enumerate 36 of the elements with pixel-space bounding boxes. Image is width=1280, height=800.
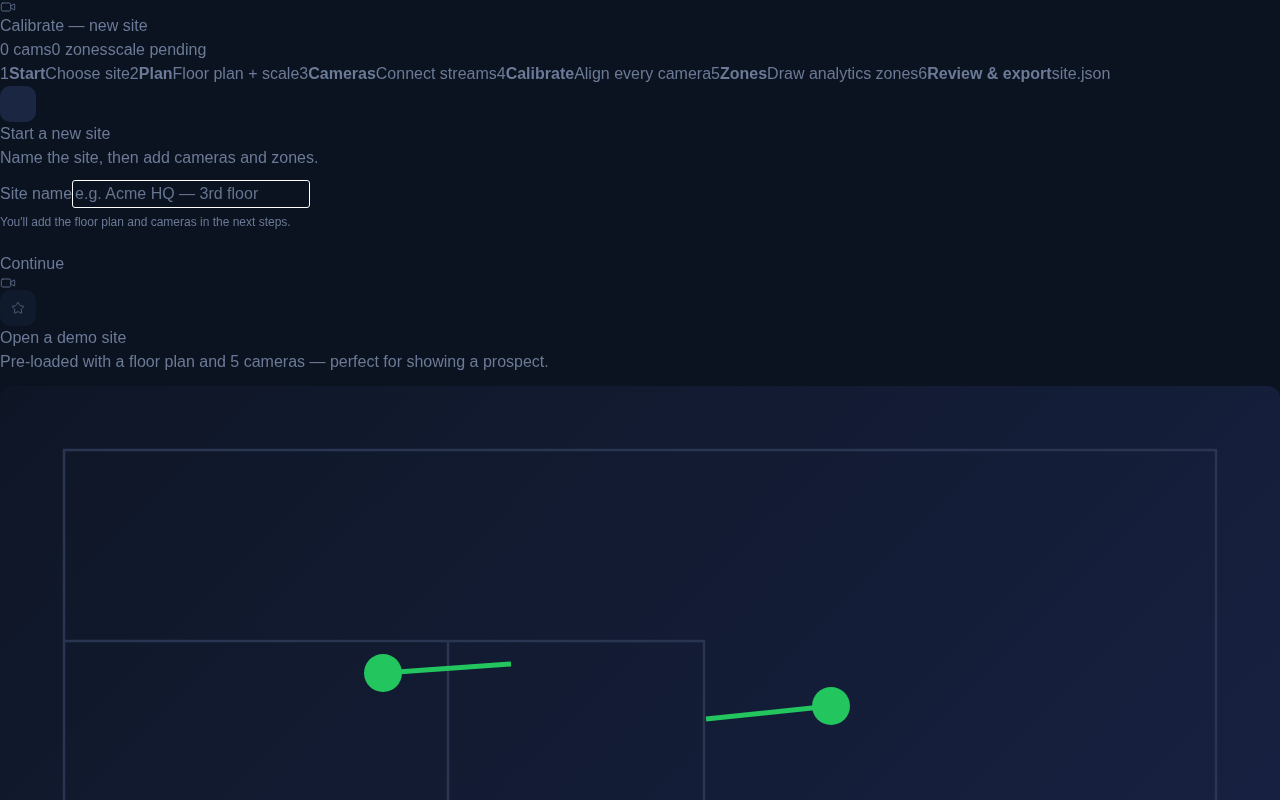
step-number: 1 bbox=[0, 64, 9, 84]
option-description: Name the site, then add cameras and zones. bbox=[0, 148, 319, 168]
camera-marker-icon bbox=[364, 654, 512, 692]
stat-label: 0 zones bbox=[51, 40, 108, 60]
step-title: Review & export bbox=[927, 64, 1052, 84]
field-label: Site name bbox=[0, 185, 73, 203]
step-number: 5 bbox=[711, 64, 720, 84]
video-camera-icon bbox=[0, 275, 16, 291]
stat-label: 0 cams bbox=[0, 40, 52, 60]
step-title: Calibrate bbox=[505, 64, 575, 84]
step-title: Zones bbox=[720, 64, 768, 84]
step-number: 4 bbox=[496, 64, 506, 84]
step-subtitle: Choose site bbox=[45, 64, 130, 84]
step-title: Cameras bbox=[308, 64, 376, 84]
option-description: Pre-loaded with a floor plan and 5 cameras — perfect for showing a prospect. bbox=[0, 352, 549, 372]
hint-text: You'll add the floor plan and cameras in the next steps. bbox=[0, 214, 291, 230]
option-title: Open a demo site bbox=[0, 328, 127, 348]
step-number: 3 bbox=[299, 64, 309, 84]
step-number: 2 bbox=[129, 64, 139, 84]
step-subtitle: Floor plan + scale bbox=[172, 64, 300, 84]
step-title: Plan bbox=[138, 64, 173, 84]
step-number: 6 bbox=[918, 64, 928, 84]
star-icon bbox=[0, 290, 36, 326]
option-title: Start a new site bbox=[0, 124, 111, 144]
camera-marker-icon bbox=[705, 687, 850, 725]
video-camera-icon bbox=[0, 0, 16, 15]
step-title: Start bbox=[8, 64, 46, 84]
continue-button[interactable]: Continue bbox=[0, 252, 65, 276]
stat-label: scale pending bbox=[107, 40, 207, 60]
step-subtitle: site.json bbox=[1051, 64, 1111, 84]
step-subtitle: Draw analytics zones bbox=[767, 64, 919, 84]
square-tile-icon bbox=[0, 86, 36, 122]
page-title: Calibrate — new site bbox=[0, 16, 148, 36]
site-name-field[interactable]: e.g. Acme HQ — 3rd floor bbox=[72, 180, 311, 208]
step-subtitle: Connect streams bbox=[375, 64, 497, 84]
step-subtitle: Align every camera bbox=[574, 64, 712, 84]
